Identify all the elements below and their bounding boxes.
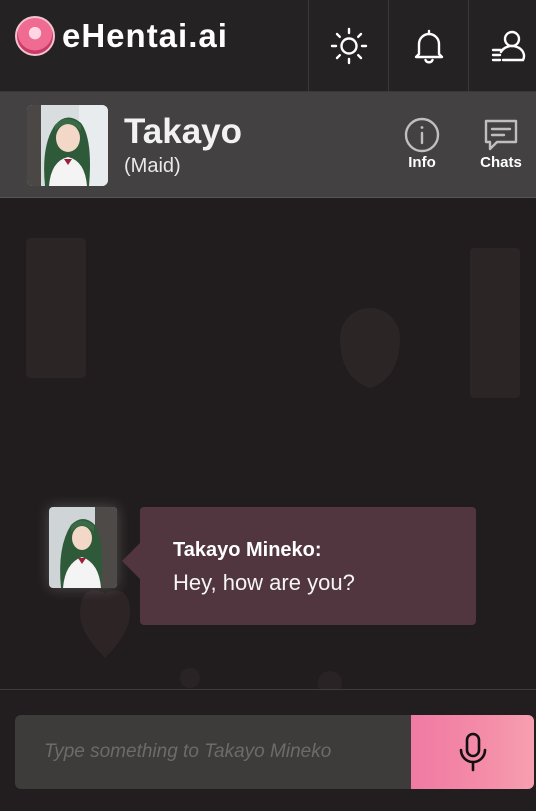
chat-area: Takayo Mineko: Hey, how are you? xyxy=(0,198,536,690)
chat-bubble-icon xyxy=(484,119,518,151)
character-portrait-image xyxy=(27,105,108,186)
app-root: eHentai.ai Takayo (Maid) Info Chats Taka… xyxy=(0,0,536,811)
message-portrait-image xyxy=(49,507,117,588)
brand-logo-icon xyxy=(15,16,55,56)
bell-icon xyxy=(414,29,443,64)
theme-toggle-button[interactable] xyxy=(308,0,388,92)
info-label: Info xyxy=(408,154,436,171)
microphone-icon xyxy=(459,732,486,772)
brand[interactable]: eHentai.ai xyxy=(15,16,228,56)
message-sender: Takayo Mineko: xyxy=(173,539,322,561)
info-icon xyxy=(404,117,440,153)
top-bar: eHentai.ai xyxy=(0,0,536,92)
account-menu-button[interactable] xyxy=(468,0,536,92)
message-text: Hey, how are you? xyxy=(173,570,355,595)
character-name: Takayo xyxy=(124,112,243,151)
message-composer xyxy=(0,690,536,811)
character-role: (Maid) xyxy=(124,155,181,177)
chats-button[interactable]: Chats xyxy=(471,116,531,171)
message-bubble: Takayo Mineko: Hey, how are you? xyxy=(122,507,476,625)
voice-input-button[interactable] xyxy=(411,715,534,789)
message-avatar[interactable] xyxy=(49,507,117,588)
user-menu-icon xyxy=(491,30,525,62)
character-avatar[interactable] xyxy=(27,105,108,186)
message-input[interactable] xyxy=(15,715,412,789)
info-button[interactable]: Info xyxy=(392,116,452,171)
chats-label: Chats xyxy=(480,154,522,171)
sun-icon xyxy=(330,27,367,65)
notifications-button[interactable] xyxy=(388,0,468,92)
character-header: Takayo (Maid) Info Chats xyxy=(0,92,536,198)
brand-name: eHentai.ai xyxy=(62,17,228,54)
